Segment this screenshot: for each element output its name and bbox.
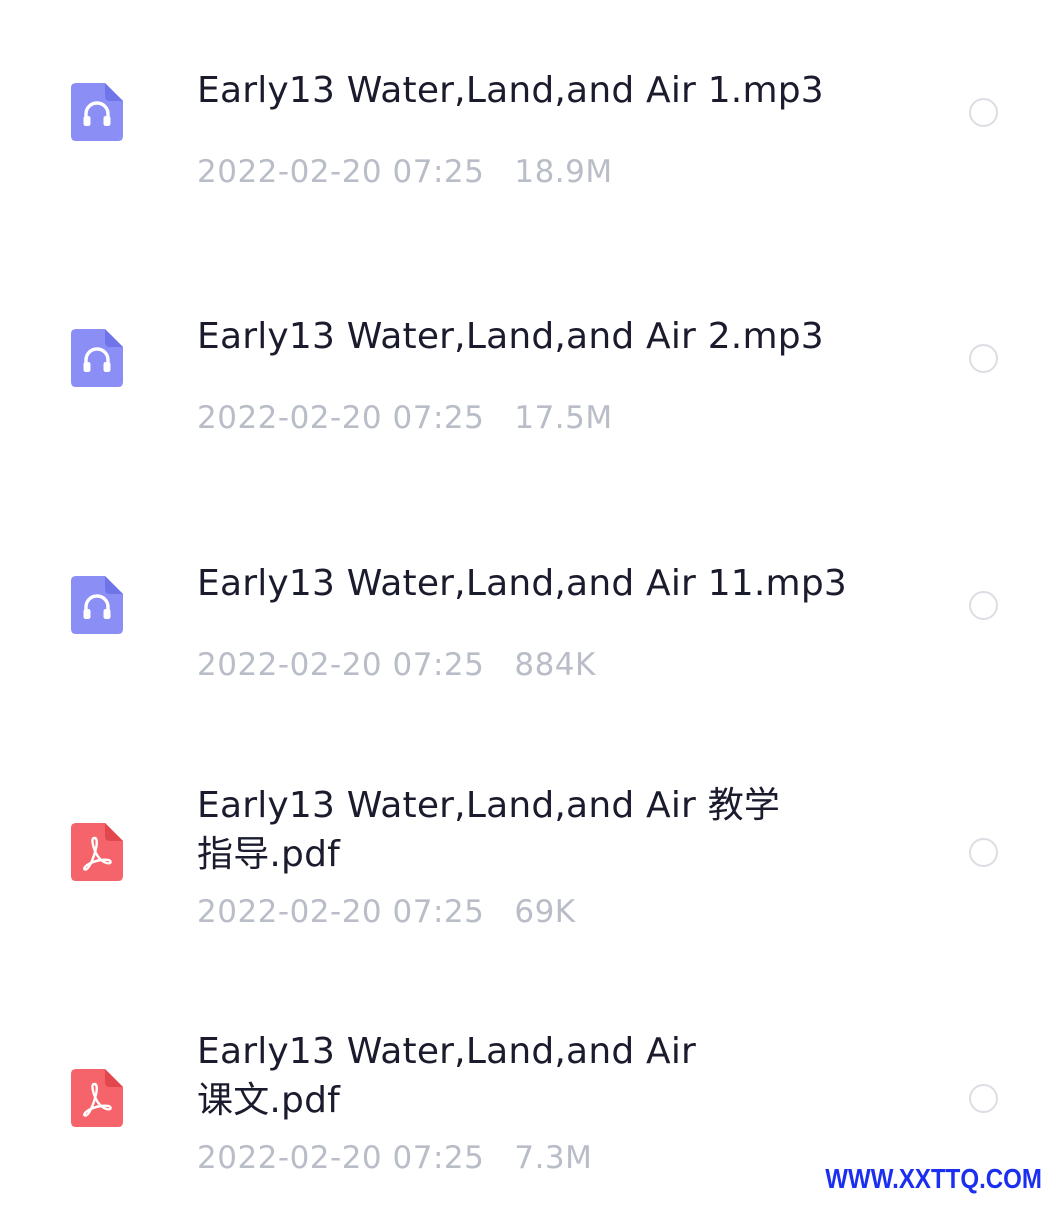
pdf-file-icon <box>71 1069 123 1127</box>
file-meta: 2022-02-20 07:25 18.9M <box>197 152 613 192</box>
file-date: 2022-02-20 07:25 <box>197 647 485 683</box>
watermark: WWW.XXTTQ.COM <box>825 1163 1042 1194</box>
select-radio[interactable] <box>969 591 998 620</box>
pdf-file-icon <box>71 823 123 881</box>
select-radio[interactable] <box>969 98 998 127</box>
file-size: 17.5M <box>514 400 613 436</box>
file-date: 2022-02-20 07:25 <box>197 400 485 436</box>
select-radio[interactable] <box>969 1084 998 1113</box>
file-size: 69K <box>514 894 576 930</box>
headphones-file-icon <box>71 576 123 634</box>
file-name: Early13 Water,Land,and Air 1.mp3 <box>197 70 824 111</box>
file-date: 2022-02-20 07:25 <box>197 1140 485 1176</box>
file-row[interactable]: Early13 Water,Land,and Air 1.mp3 2022-02… <box>0 0 1047 246</box>
file-name: Early13 Water,Land,and Air 2.mp3 <box>197 316 824 357</box>
file-meta: 2022-02-20 07:25 884K <box>197 645 596 685</box>
file-size: 18.9M <box>514 154 613 190</box>
file-row[interactable]: Early13 Water,Land,and Air 课文.pdf 2022-0… <box>0 986 1047 1232</box>
file-meta: 2022-02-20 07:25 17.5M <box>197 398 613 438</box>
file-name: Early13 Water,Land,and Air 课文.pdf <box>197 1031 697 1121</box>
file-row[interactable]: Early13 Water,Land,and Air 教学 指导.pdf 202… <box>0 740 1047 986</box>
headphones-file-icon <box>71 329 123 387</box>
headphones-file-icon <box>71 83 123 141</box>
select-radio[interactable] <box>969 344 998 373</box>
file-name: Early13 Water,Land,and Air 11.mp3 <box>197 563 847 604</box>
file-row[interactable]: Early13 Water,Land,and Air 2.mp3 2022-02… <box>0 246 1047 492</box>
select-radio[interactable] <box>969 838 998 867</box>
file-date: 2022-02-20 07:25 <box>197 154 485 190</box>
file-meta: 2022-02-20 07:25 69K <box>197 892 576 932</box>
file-size: 7.3M <box>514 1140 593 1176</box>
file-meta: 2022-02-20 07:25 7.3M <box>197 1138 592 1178</box>
file-name: Early13 Water,Land,and Air 教学 指导.pdf <box>197 785 781 875</box>
file-list: Early13 Water,Land,and Air 1.mp3 2022-02… <box>0 0 1047 1200</box>
file-size: 884K <box>514 647 596 683</box>
file-row[interactable]: Early13 Water,Land,and Air 11.mp3 2022-0… <box>0 493 1047 739</box>
file-date: 2022-02-20 07:25 <box>197 894 485 930</box>
